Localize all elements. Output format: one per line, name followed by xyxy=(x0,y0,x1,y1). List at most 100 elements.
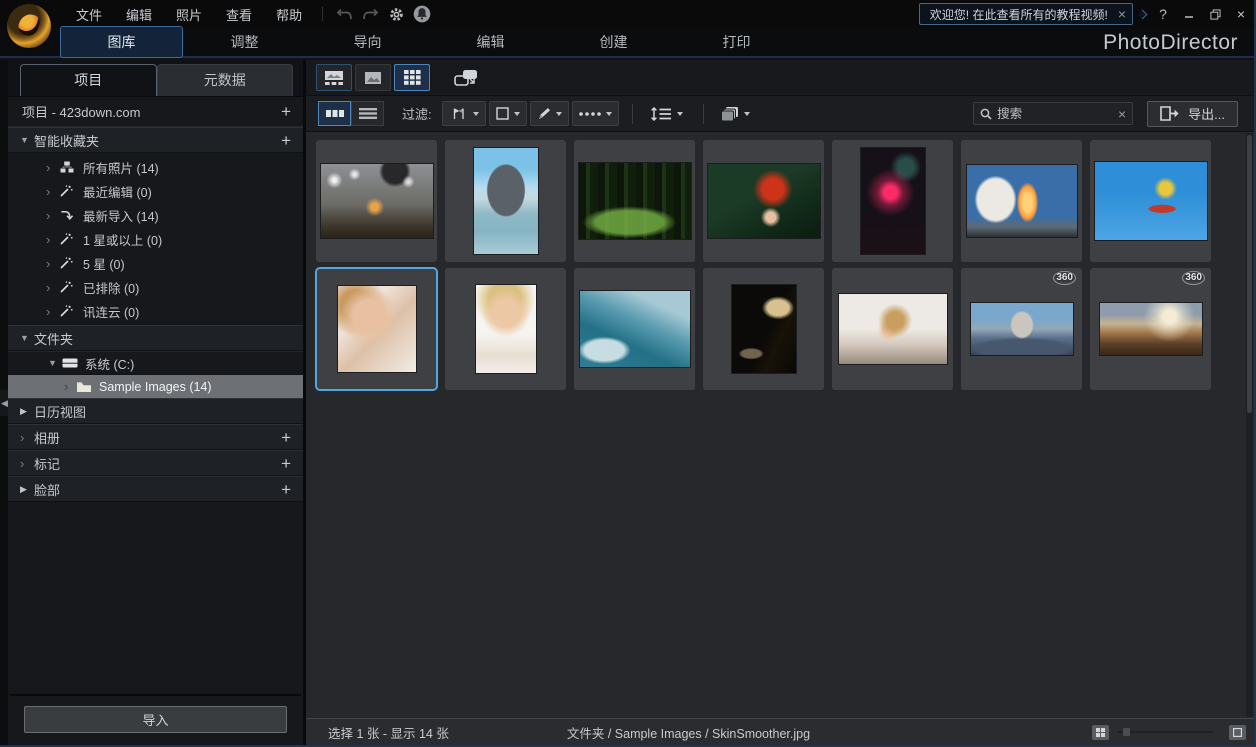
scrollbar-thumb[interactable] xyxy=(1247,135,1252,413)
tab-adjustment[interactable]: 调整 xyxy=(183,26,306,58)
welcome-tooltip: 欢迎您! 在此查看所有的教程视频! × xyxy=(918,3,1133,25)
tree-item-cyberlink-cloud[interactable]: › 讯连云 (0) xyxy=(8,299,303,323)
welcome-tooltip-text: 欢迎您! 在此查看所有的教程视频! xyxy=(929,7,1108,22)
tab-guided[interactable]: 导向 xyxy=(306,26,429,58)
divider xyxy=(702,103,704,124)
smart-collection-header[interactable]: ▼ 智能收藏夹 + xyxy=(8,127,303,153)
tree-item-1-star-up[interactable]: › 1 星或以上 (0) xyxy=(8,227,303,251)
status-bar: 选择 1 张 - 显示 14 张 文件夹 / Sample Images / S… xyxy=(306,718,1254,745)
list-view-button[interactable] xyxy=(351,101,384,126)
search-clear-icon[interactable]: × xyxy=(1118,107,1126,121)
sidebar-tabs: 项目 元数据 xyxy=(8,60,303,97)
calendar-view-header[interactable]: ▶ 日历视图 xyxy=(8,398,303,424)
photo-thumb-dark-window[interactable] xyxy=(703,268,824,390)
tags-label: 标记 xyxy=(34,456,61,472)
grid-view-button[interactable] xyxy=(394,64,430,91)
photo-thumb-woman-reclining[interactable] xyxy=(832,268,953,390)
notifications-bell-icon[interactable] xyxy=(409,3,435,25)
tree-item-label: 5 星 (0) xyxy=(83,257,125,272)
photo-thumb-woman-smiling-selected[interactable] xyxy=(315,267,438,391)
photo-thumb-ocean-wave[interactable] xyxy=(574,268,695,390)
photo-thumb-forest-light[interactable] xyxy=(574,140,695,262)
tree-item-sample-images-selected[interactable]: › Sample Images (14) xyxy=(8,375,303,398)
tab-project[interactable]: 项目 xyxy=(20,64,157,96)
slider-handle[interactable] xyxy=(1123,728,1130,736)
faces-label: 脸部 xyxy=(34,482,61,498)
settings-gear-icon[interactable] xyxy=(383,3,409,25)
menu-photo[interactable]: 照片 xyxy=(164,0,214,29)
undo-icon[interactable] xyxy=(331,3,357,25)
tree-item-recently-edited[interactable]: › 最近编辑 (0) xyxy=(8,179,303,203)
tab-library[interactable]: 图库 xyxy=(60,26,183,58)
folders-header[interactable]: ▼ 文件夹 xyxy=(8,325,303,351)
divider xyxy=(10,694,301,696)
add-face-button[interactable]: + xyxy=(279,481,293,498)
photo-grid: 360 360 xyxy=(306,132,1254,393)
single-view-button[interactable] xyxy=(355,64,391,91)
tree-item-all-photos[interactable]: › 所有照片 (14) xyxy=(8,155,303,179)
flag-filter-button[interactable] xyxy=(441,101,486,126)
tree-item-drive-c[interactable]: ▼ 系统 (C:) xyxy=(8,351,303,375)
add-project-button[interactable]: + xyxy=(279,103,293,120)
thumbnail-size-large-icon[interactable] xyxy=(1229,724,1246,740)
photo-thumb-woman-laughing[interactable] xyxy=(445,268,566,390)
close-button[interactable]: × xyxy=(1228,2,1254,26)
tags-header[interactable]: › 标记 + xyxy=(8,450,303,476)
minimize-button[interactable] xyxy=(1176,2,1202,26)
tab-print[interactable]: 打印 xyxy=(675,26,798,58)
thumbnail-size-control xyxy=(1092,724,1246,740)
restore-button[interactable] xyxy=(1202,2,1228,26)
photo-thumb-skateboarder[interactable] xyxy=(1090,140,1211,262)
tree-item-label: 最新导入 (14) xyxy=(83,209,159,224)
photo-thumb-island-boat[interactable] xyxy=(445,140,566,262)
photo-thumb-pano-360-city[interactable]: 360 xyxy=(961,268,1082,390)
tree-item-5-star[interactable]: › 5 星 (0) xyxy=(8,251,303,275)
sort-button[interactable] xyxy=(643,101,690,126)
tab-metadata[interactable]: 元数据 xyxy=(156,64,293,96)
search-input[interactable] xyxy=(997,106,1118,121)
triangle-down-icon: ▼ xyxy=(48,358,57,368)
stack-photos-button[interactable] xyxy=(714,101,757,126)
faces-header[interactable]: ▶ 脸部 + xyxy=(8,476,303,502)
filter-label: 过滤: xyxy=(402,107,432,122)
help-button[interactable]: ? xyxy=(1150,2,1176,26)
photo-thumb-red-maple-leaf[interactable] xyxy=(703,140,824,262)
triangle-right-icon: ▶ xyxy=(20,483,27,494)
tooltip-close-icon[interactable]: × xyxy=(1118,7,1126,21)
menu-help[interactable]: 帮助 xyxy=(264,0,314,29)
menu-file[interactable]: 文件 xyxy=(64,0,114,29)
menu-bar: 文件 编辑 照片 查看 帮助 xyxy=(64,0,314,29)
color-label-filter-button[interactable] xyxy=(571,101,619,126)
tree-item-latest-imports[interactable]: › 最新导入 (14) xyxy=(8,203,303,227)
edited-filter-button[interactable] xyxy=(529,101,569,126)
chevron-right-icon: › xyxy=(46,207,51,223)
tab-create[interactable]: 创建 xyxy=(552,26,675,58)
export-label: 导出... xyxy=(1188,107,1225,122)
add-album-button[interactable]: + xyxy=(279,429,293,446)
tab-edit[interactable]: 编辑 xyxy=(429,26,552,58)
thumbnail-size-slider[interactable] xyxy=(1117,728,1213,736)
photo-thumb-neon-sign[interactable] xyxy=(832,140,953,262)
tree-item-rejected[interactable]: › 已排除 (0) xyxy=(8,275,303,299)
mirror-compare-button[interactable] xyxy=(449,64,483,91)
photo-image xyxy=(320,164,433,238)
import-arrow-icon xyxy=(60,209,76,222)
import-button[interactable]: 导入 xyxy=(24,706,287,733)
redo-icon[interactable] xyxy=(357,3,383,25)
thumbnail-size-small-icon[interactable] xyxy=(1092,724,1109,740)
export-button[interactable]: 导出... xyxy=(1147,100,1238,127)
add-smart-collection-button[interactable]: + xyxy=(279,132,293,149)
rating-filter-button[interactable] xyxy=(488,101,527,126)
filter-toolbar: 过滤: 搜索 × 导出... xyxy=(306,96,1254,132)
browse-view-button[interactable] xyxy=(316,64,352,91)
chevron-down-icon xyxy=(743,111,750,116)
menu-edit[interactable]: 编辑 xyxy=(114,0,164,29)
menu-view[interactable]: 查看 xyxy=(214,0,264,29)
thumbnail-view-button[interactable] xyxy=(318,101,351,126)
photo-thumb-pano-360-sunset[interactable]: 360 xyxy=(1090,268,1211,390)
add-tag-button[interactable]: + xyxy=(279,455,293,472)
albums-header[interactable]: › 相册 + xyxy=(8,424,303,450)
photo-thumb-basketball-dunk[interactable] xyxy=(316,140,437,262)
vertical-scrollbar[interactable] xyxy=(1246,133,1253,717)
photo-thumb-rocket-launch[interactable] xyxy=(961,140,1082,262)
